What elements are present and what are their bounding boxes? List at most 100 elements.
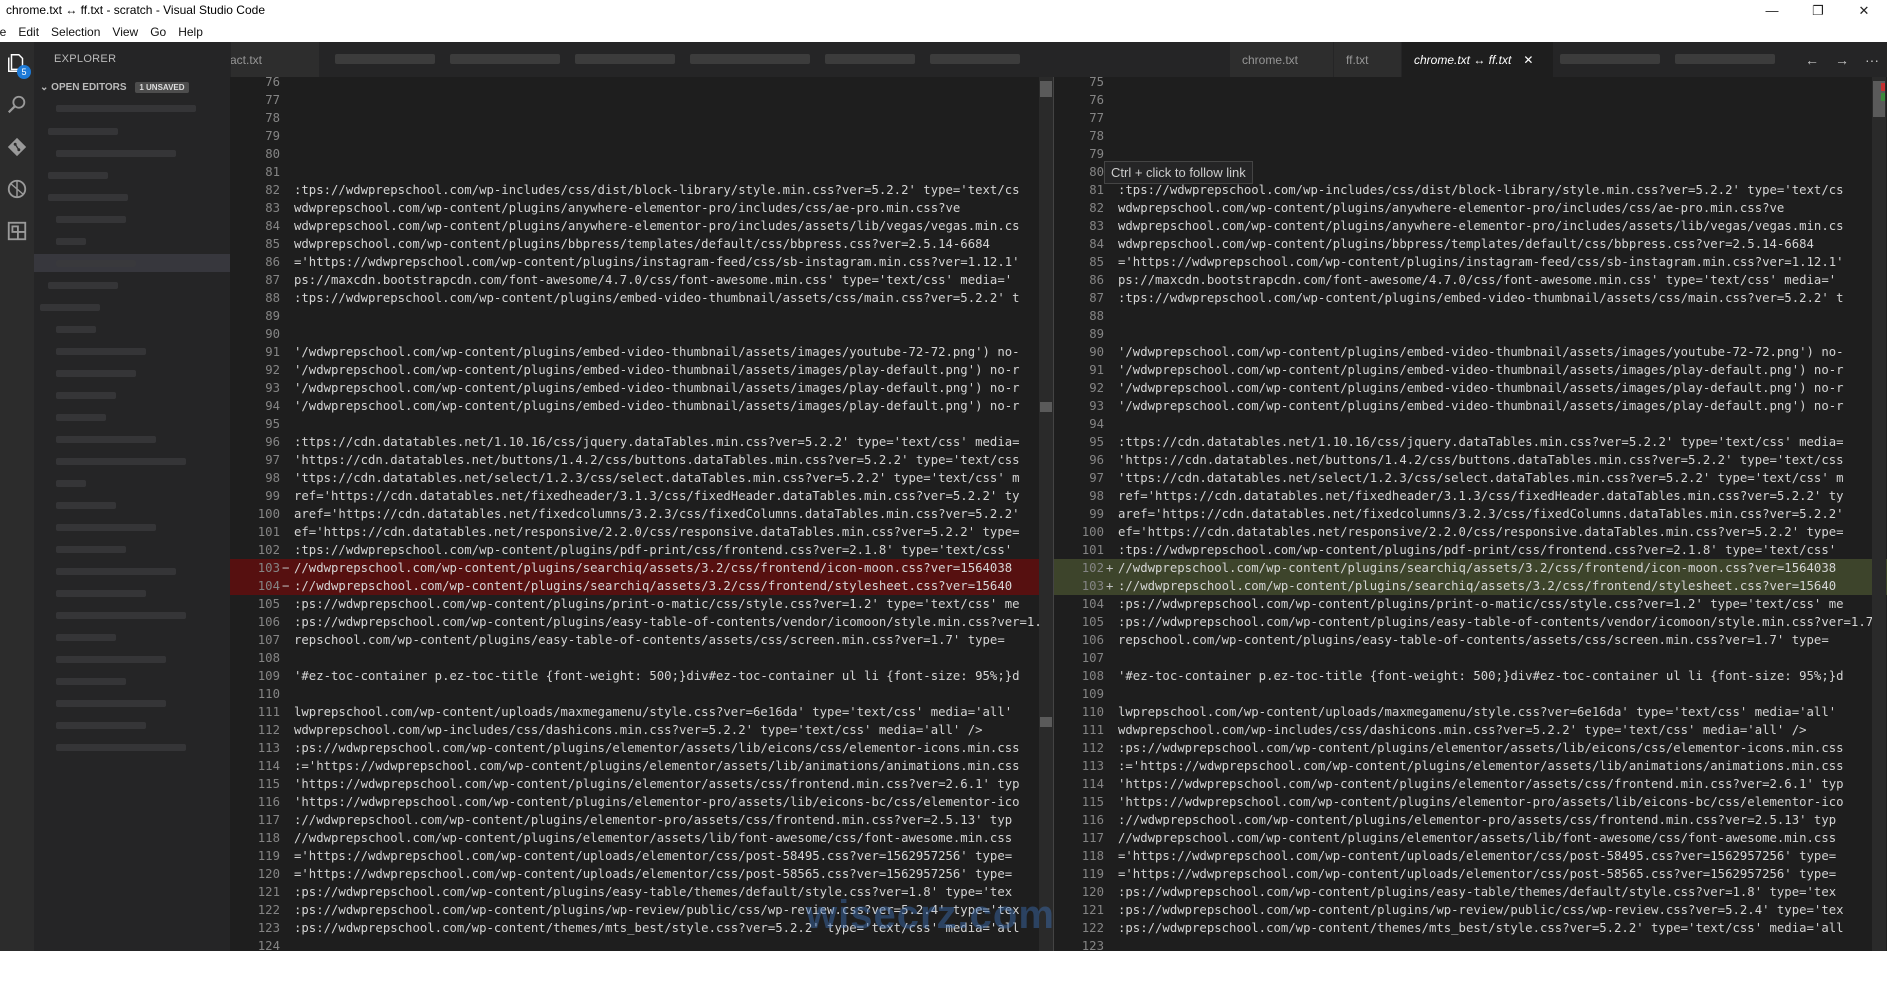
maximize-button[interactable]: ❐ <box>1795 0 1841 21</box>
code-line[interactable]: 117://wdwprepschool.com/wp-content/plugi… <box>230 811 1053 829</box>
code-line[interactable]: 110 lwprepschool.com/wp-content/uploads/m… <box>1054 703 1887 721</box>
code-line[interactable]: 98 'ttps://cdn.datatables.net/select/1.2.… <box>230 469 1053 487</box>
list-item[interactable] <box>56 546 126 553</box>
list-item[interactable] <box>56 458 186 465</box>
code-line[interactable]: 96:ttps://cdn.datatables.net/1.10.16/css… <box>230 433 1053 451</box>
list-item[interactable] <box>56 502 116 509</box>
debug-icon[interactable] <box>0 168 34 210</box>
deleted-line[interactable]: 104−://wdwprepschool.com/wp-content/plug… <box>230 577 1053 595</box>
extensions-icon[interactable] <box>0 210 34 252</box>
code-line[interactable]: 88:tps://wdwprepschool.com/wp-content/pl… <box>230 289 1053 307</box>
code-line[interactable]: 108 <box>230 649 1053 667</box>
code-line[interactable]: 113:='https://wdwprepschool.com/wp-conte… <box>1054 757 1887 775</box>
code-line[interactable]: 115 'https://wdwprepschool.com/wp-content… <box>1054 793 1887 811</box>
code-line[interactable]: 105:ps://wdwprepschool.com/wp-content/pl… <box>230 595 1053 613</box>
code-line[interactable]: 91 '/wdwprepschool.com/wp-content/plugins… <box>1054 361 1887 379</box>
code-line[interactable]: 90 <box>230 325 1053 343</box>
tab-diff-active[interactable]: chrome.txt ↔ ff.txt ✕ <box>1402 42 1554 77</box>
code-line[interactable]: 76 <box>230 77 1053 91</box>
code-line[interactable]: 78 <box>1054 127 1887 145</box>
close-window-button[interactable]: ✕ <box>1841 0 1887 21</box>
code-line[interactable]: 112 wdwprepschool.com/wp-includes/css/das… <box>230 721 1053 739</box>
code-line[interactable]: 113:ps://wdwprepschool.com/wp-content/pl… <box>230 739 1053 757</box>
code-line[interactable]: 109 <box>1054 685 1887 703</box>
menu-selection[interactable]: Selection <box>45 25 106 39</box>
tab-blurred[interactable] <box>690 54 810 64</box>
code-line[interactable]: 111 lwprepschool.com/wp-content/uploads/m… <box>230 703 1053 721</box>
code-line[interactable]: 89 <box>1054 325 1887 343</box>
list-item[interactable] <box>56 326 96 333</box>
list-item[interactable] <box>56 678 126 685</box>
tab-blurred[interactable] <box>825 54 915 64</box>
menu-go[interactable]: Go <box>144 25 172 39</box>
code-line[interactable]: 85 wdwprepschool.com/wp-content/plugins/b… <box>230 235 1053 253</box>
scroll-thumb[interactable] <box>1040 717 1052 727</box>
list-item[interactable] <box>56 700 166 707</box>
code-line[interactable]: 95 <box>230 415 1053 433</box>
open-editors-header[interactable]: ⌄ OPEN EDITORS 1 UNSAVED <box>40 82 189 93</box>
code-line[interactable]: 84 wdwprepschool.com/wp-content/plugins/b… <box>1054 235 1887 253</box>
code-line[interactable]: 110 <box>230 685 1053 703</box>
code-line[interactable]: 107 repschool.com/wp-content/plugins/easy… <box>230 631 1053 649</box>
list-item[interactable] <box>56 238 86 245</box>
code-line[interactable]: 98 ref='https://cdn.datatables.net/fixedh… <box>1054 487 1887 505</box>
code-line[interactable]: 109 '#ez-toc-container p.ez-toc-title {fo… <box>230 667 1053 685</box>
code-line[interactable]: 93 '/wdwprepschool.com/wp-content/plugins… <box>1054 397 1887 415</box>
diff-editor-modified[interactable]: 123 122:ps://wdwprepschool.com/wp-content… <box>1053 77 1887 951</box>
close-icon[interactable]: ✕ <box>1523 53 1533 67</box>
navigate-back-icon[interactable]: ← <box>1797 52 1827 68</box>
code-line[interactable]: 80 <box>230 145 1053 163</box>
code-line[interactable]: 123 <box>1054 937 1887 951</box>
code-line[interactable]: 115 'https://wdwprepschool.com/wp-content… <box>230 775 1053 793</box>
code-line[interactable]: 122:ps://wdwprepschool.com/wp-content/th… <box>1054 919 1887 937</box>
tab-partial[interactable]: act.txt <box>230 42 320 77</box>
code-line[interactable]: 83 wdwprepschool.com/wp-content/plugins/a… <box>230 199 1053 217</box>
scroll-thumb[interactable] <box>1040 81 1052 97</box>
code-line[interactable]: 92 '/wdwprepschool.com/wp-content/plugins… <box>1054 379 1887 397</box>
menu-edit[interactable]: Edit <box>12 25 45 39</box>
code-line[interactable]: 88 <box>1054 307 1887 325</box>
code-line[interactable]: 87 ps://maxcdn.bootstrapcdn.com/font-awes… <box>230 271 1053 289</box>
code-line[interactable]: 99 aref='https://cdn.datatables.net/fixed… <box>1054 505 1887 523</box>
menu-file[interactable]: le <box>0 25 12 39</box>
menu-view[interactable]: View <box>106 25 144 39</box>
menu-help[interactable]: Help <box>172 25 209 39</box>
tab-blurred[interactable] <box>575 54 675 64</box>
code-line[interactable]: 119 ='https://wdwprepschool.com/wp-conten… <box>1054 865 1887 883</box>
code-line[interactable]: 95:ttps://cdn.datatables.net/1.10.16/css… <box>1054 433 1887 451</box>
list-item[interactable] <box>56 722 146 729</box>
code-line[interactable]: 90 '/wdwprepschool.com/wp-content/plugins… <box>1054 343 1887 361</box>
list-item[interactable] <box>56 150 176 157</box>
inserted-line[interactable]: 102 + //wdwprepschool.com/wp-content/plugi… <box>1054 559 1887 577</box>
list-item[interactable] <box>48 194 128 201</box>
list-item[interactable] <box>48 172 108 179</box>
list-item[interactable] <box>56 656 166 663</box>
code-line[interactable]: 112:ps://wdwprepschool.com/wp-content/pl… <box>1054 739 1887 757</box>
code-line[interactable]: 84 wdwprepschool.com/wp-content/plugins/a… <box>230 217 1053 235</box>
code-line[interactable]: 94 '/wdwprepschool.com/wp-content/plugins… <box>230 397 1053 415</box>
code-line[interactable]: 100 ef='https://cdn.datatables.net/respon… <box>1054 523 1887 541</box>
list-item[interactable] <box>56 370 136 377</box>
code-line[interactable]: 104:ps://wdwprepschool.com/wp-content/pl… <box>1054 595 1887 613</box>
code-line[interactable]: 75 <box>1054 77 1887 91</box>
code-line[interactable]: 82:tps://wdwprepschool.com/wp-includes/c… <box>230 181 1053 199</box>
code-line[interactable]: 79 <box>230 127 1053 145</box>
code-line[interactable]: 116 'https://wdwprepschool.com/wp-content… <box>230 793 1053 811</box>
list-item[interactable] <box>56 612 186 619</box>
code-line[interactable]: 78 <box>230 109 1053 127</box>
list-item[interactable] <box>56 524 156 531</box>
code-line[interactable]: 96 'https://cdn.datatables.net/buttons/1.… <box>1054 451 1887 469</box>
code-line[interactable]: 100 aref='https://cdn.datatables.net/fixe… <box>230 505 1053 523</box>
code-line[interactable]: 77 <box>1054 109 1887 127</box>
code-line[interactable]: 106:ps://wdwprepschool.com/wp-content/pl… <box>230 613 1053 631</box>
explorer-icon[interactable]: 5 <box>0 42 34 84</box>
scroll-thumb[interactable] <box>1040 402 1052 412</box>
code-line[interactable]: 118 //wdwprepschool.com/wp-content/plugin… <box>230 829 1053 847</box>
code-line[interactable]: 87:tps://wdwprepschool.com/wp-content/pl… <box>1054 289 1887 307</box>
list-item[interactable] <box>56 590 146 597</box>
code-line[interactable]: 81 <box>230 163 1053 181</box>
list-item[interactable] <box>56 634 116 641</box>
tab-chrome[interactable]: chrome.txt <box>1230 42 1334 77</box>
code-line[interactable]: 120:ps://wdwprepschool.com/wp-content/pl… <box>1054 883 1887 901</box>
list-item[interactable] <box>56 414 106 421</box>
